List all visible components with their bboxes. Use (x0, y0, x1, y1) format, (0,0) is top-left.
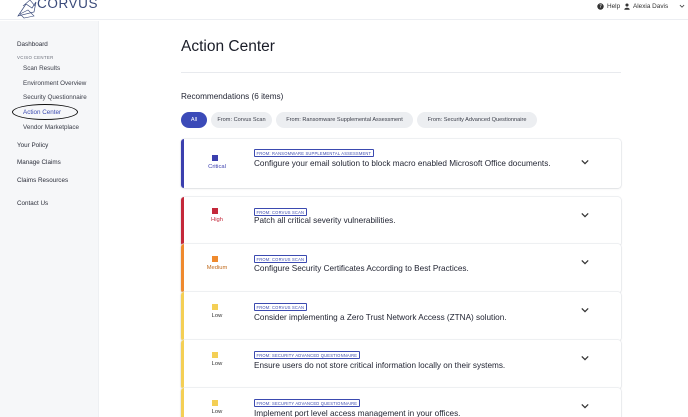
severity-square-icon (212, 304, 218, 310)
sidebar-item-vendor-marketplace[interactable]: Vendor Marketplace (23, 124, 79, 131)
help-link[interactable]: ? Help (597, 3, 620, 10)
filter-all[interactable]: All (181, 112, 207, 128)
expand-chevron-icon[interactable] (580, 211, 590, 219)
logo-text: CORVUS (37, 0, 99, 11)
recommendation-card[interactable]: Low FROM: SECURITY ADVANCED QUESTIONNAIR… (181, 340, 621, 389)
recommendation-text: Implement port level access management i… (254, 409, 461, 417)
severity-square-icon (212, 352, 218, 358)
recommendation-card[interactable]: High FROM: CORVUS SCAN Patch all critica… (181, 197, 621, 246)
source-badge: FROM: SECURITY ADVANCED QUESTIONNAIRE (254, 351, 360, 359)
top-header: CORVUS ? Help Alexia Davis (0, 0, 688, 20)
recommendation-card[interactable]: Low FROM: CORVUS SCAN Consider implement… (181, 292, 621, 341)
sidebar-item-claims-resources[interactable]: Claims Resources (17, 177, 68, 184)
svg-text:?: ? (599, 4, 602, 10)
severity-label: Critical (208, 164, 226, 170)
recommendation-card[interactable]: Low FROM: SECURITY ADVANCED QUESTIONNAIR… (181, 388, 621, 417)
recommendation-text: Consider implementing a Zero Trust Netwo… (254, 313, 507, 322)
severity-label: Medium (206, 265, 228, 271)
expand-chevron-icon[interactable] (580, 258, 590, 266)
sidebar-item-manage-claims[interactable]: Manage Claims (17, 159, 61, 166)
recommendation-text: Configure your email solution to block m… (254, 159, 551, 168)
filter-security-questionnaire[interactable]: From: Security Advanced Questionnaire (417, 112, 537, 128)
severity-label: Low (211, 361, 223, 367)
recommendation-text: Patch all critical severity vulnerabilit… (254, 216, 396, 225)
severity-label: Low (211, 409, 223, 415)
sidebar-section-label: VCISO CENTER (17, 55, 54, 60)
source-badge: FROM: CORVUS SCAN (254, 255, 307, 263)
recommendations-title: Recommendations (6 items) (181, 92, 284, 101)
chevron-down-icon[interactable] (679, 3, 685, 9)
severity-square-icon (212, 155, 218, 161)
highlight-ellipse (12, 104, 78, 120)
recommendation-card[interactable]: Medium FROM: CORVUS SCAN Configure Secur… (181, 244, 621, 293)
filter-ransomware-assessment[interactable]: From: Ransomware Supplemental Assessment (276, 112, 413, 128)
help-label: Help (607, 3, 621, 10)
recommendation-text: Configure Security Certificates Accordin… (254, 264, 469, 273)
recommendation-card[interactable]: Critical FROM: RANSOMWARE SUPPLEMENTAL A… (181, 139, 621, 188)
expand-chevron-icon[interactable] (580, 402, 590, 410)
severity-square-icon (212, 256, 218, 262)
page-title: Action Center (181, 38, 275, 55)
sidebar-item-security-questionnaire[interactable]: Security Questionnaire (23, 94, 87, 101)
severity-label: High (211, 217, 223, 223)
user-menu[interactable]: Alexia Davis (624, 3, 668, 10)
divider (181, 72, 621, 73)
sidebar-item-contact-us[interactable]: Contact Us (17, 200, 48, 207)
severity-square-icon (212, 208, 218, 214)
severity-square-icon (212, 400, 218, 406)
source-badge: FROM: RANSOMWARE SUPPLEMENTAL ASSESSMENT (254, 149, 374, 157)
sidebar-item-environment-overview[interactable]: Environment Overview (23, 80, 86, 87)
expand-chevron-icon[interactable] (580, 306, 590, 314)
filter-corvus-scan[interactable]: From: Corvus Scan (211, 112, 272, 128)
help-icon: ? (597, 3, 604, 10)
sidebar-item-dashboard[interactable]: Dashboard (17, 41, 48, 48)
user-name: Alexia Davis (633, 3, 669, 10)
sidebar-item-scan-results[interactable]: Scan Results (23, 65, 60, 72)
recommendation-text: Ensure users do not store critical infor… (254, 361, 506, 370)
source-badge: FROM: CORVUS SCAN (254, 303, 307, 311)
expand-chevron-icon[interactable] (580, 158, 590, 166)
source-badge: FROM: SECURITY ADVANCED QUESTIONNAIRE (254, 399, 360, 407)
sidebar-item-your-policy[interactable]: Your Policy (17, 142, 48, 149)
user-icon (624, 3, 630, 10)
source-badge: FROM: CORVUS SCAN (254, 208, 307, 216)
severity-label: Low (211, 313, 223, 319)
expand-chevron-icon[interactable] (580, 354, 590, 362)
